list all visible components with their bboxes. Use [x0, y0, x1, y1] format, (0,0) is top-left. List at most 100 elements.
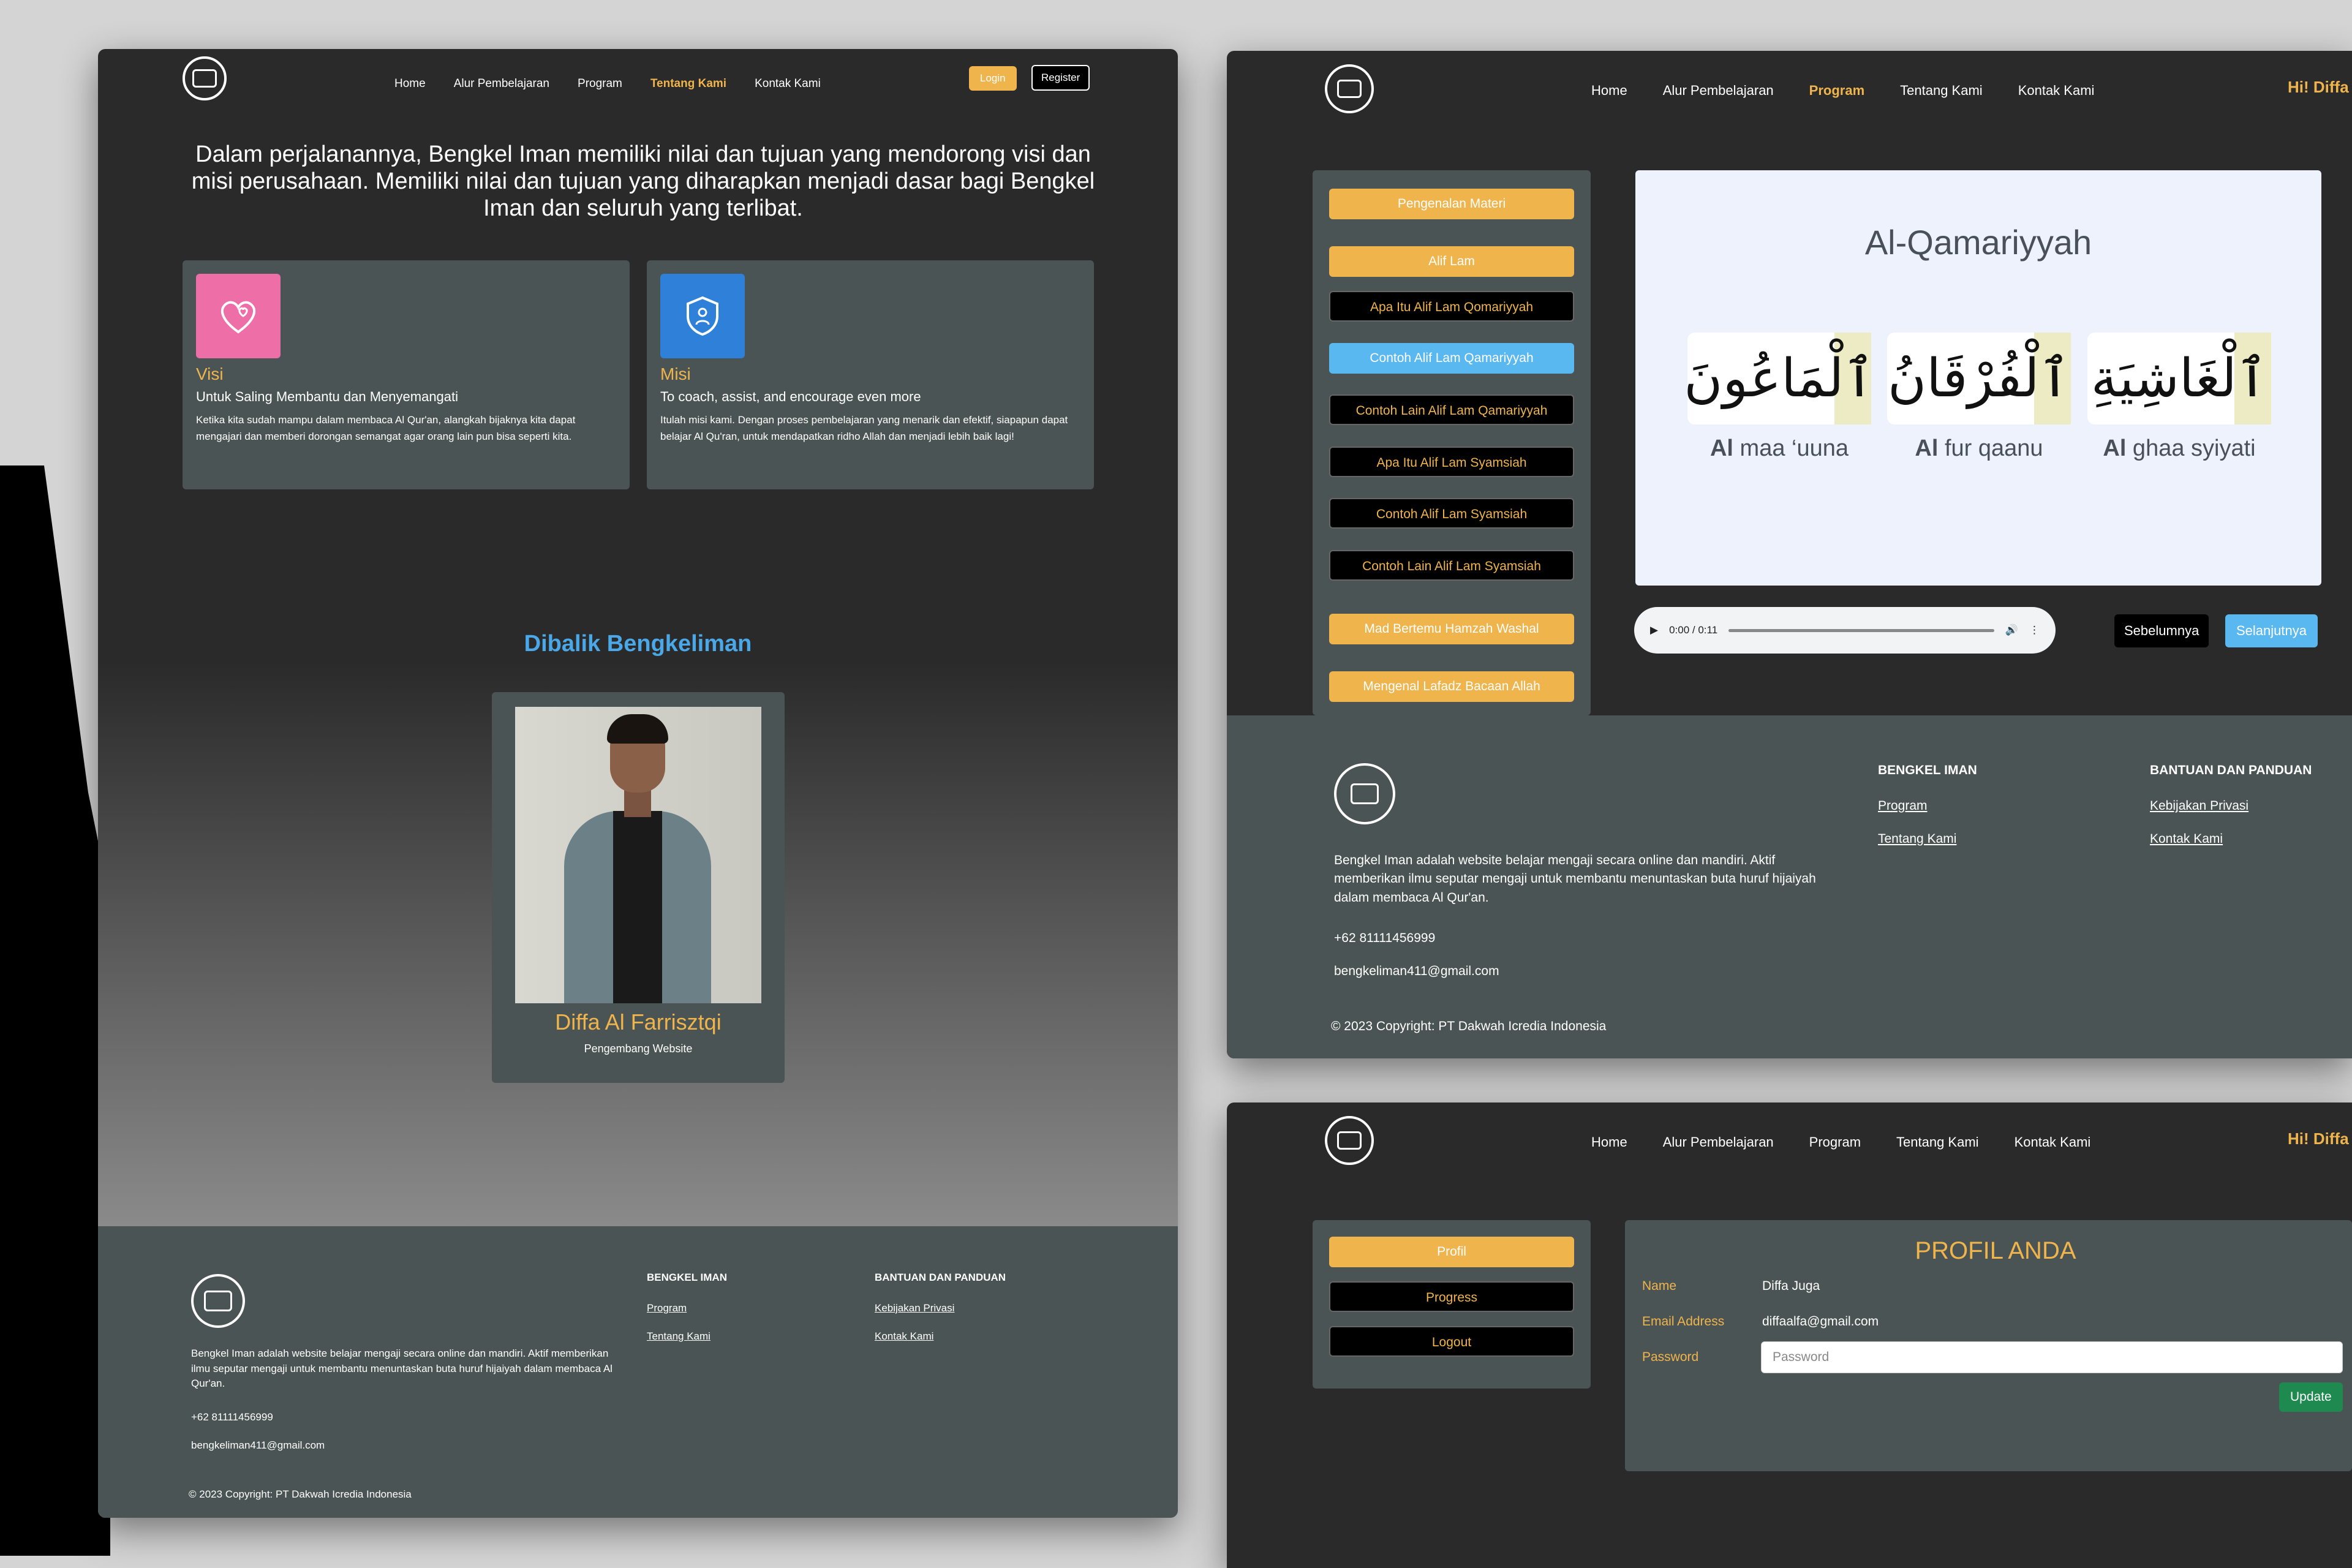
user-greeting[interactable]: Hi! Diffa — [2288, 1129, 2349, 1148]
navbar: Home Alur Pembelajaran Program Tentang K… — [98, 49, 1178, 123]
name-label: Name — [1642, 1279, 1677, 1293]
nav-program[interactable]: Program — [1809, 83, 1864, 99]
member-role: Pengembang Website — [584, 1042, 693, 1055]
word-card: ٱلْمَاعُونَ Al maa ‘uuna — [1684, 333, 1875, 462]
program-page-window: Home Alur Pembelajaran Program Tentang K… — [1227, 51, 2352, 1058]
sidebar-item-pengenalan[interactable]: Pengenalan Materi — [1329, 189, 1574, 219]
footer-email: bengkeliman411@gmail.com — [191, 1439, 325, 1451]
nav-program[interactable]: Program — [1809, 1134, 1861, 1150]
next-button[interactable]: Selanjutnya — [2225, 614, 2318, 647]
footer-desc: Bengkel Iman adalah website belajar meng… — [1334, 853, 1816, 905]
update-button[interactable]: Update — [2279, 1382, 2343, 1412]
bengkel-iman-logo[interactable] — [183, 56, 227, 100]
backdrop-shadow — [0, 466, 110, 1556]
team-member-card: Diffa Al Farrisztqi Pengembang Website — [492, 692, 785, 1083]
sidebar-item-contoh-lain-syamsiah[interactable]: Contoh Lain Alif Lam Syamsiah — [1329, 550, 1574, 581]
sidebar-item-contoh-syamsiah[interactable]: Contoh Alif Lam Syamsiah — [1329, 498, 1574, 529]
bengkel-iman-logo[interactable] — [1325, 64, 1374, 113]
profile-page-window: Home Alur Pembelajaran Program Tentang K… — [1227, 1102, 2352, 1568]
nav-home[interactable]: Home — [394, 77, 426, 91]
menu-progress[interactable]: Progress — [1329, 1281, 1574, 1312]
nav-home[interactable]: Home — [1591, 83, 1627, 99]
name-value: Diffa Juga — [1762, 1279, 1820, 1293]
nav-kontak[interactable]: Kontak Kami — [2018, 83, 2095, 99]
footer-link-kebijakan[interactable]: Kebijakan Privasi — [2150, 799, 2248, 813]
nav-kontak[interactable]: Kontak Kami — [2015, 1134, 2091, 1150]
audio-progress[interactable] — [1728, 628, 1994, 632]
nav-tentang[interactable]: Tentang Kami — [650, 77, 726, 91]
footer-copyright: © 2023 Copyright: PT Dakwah Icredia Indo… — [189, 1488, 412, 1500]
sidebar-item-lafadz-allah[interactable]: Mengenal Lafadz Bacaan Allah — [1329, 671, 1574, 702]
footer-link-tentang[interactable]: Tentang Kami — [647, 1330, 710, 1343]
footer-link-program[interactable]: Program — [1878, 799, 1928, 813]
profile-sidebar: Profil Progress Logout — [1313, 1220, 1591, 1389]
lesson-sidebar: Pengenalan Materi Alif Lam Apa Itu Alif … — [1313, 170, 1591, 715]
password-input[interactable]: Password — [1761, 1341, 2343, 1373]
navbar: Home Alur Pembelajaran Program Tentang K… — [1227, 51, 2352, 143]
member-name: Diffa Al Farrisztqi — [555, 1009, 722, 1035]
misi-card: Misi To coach, assist, and encourage eve… — [647, 260, 1094, 489]
footer-email: bengkeliman411@gmail.com — [1334, 964, 1499, 978]
sidebar-item-apa-syamsiah[interactable]: Apa Itu Alif Lam Syamsiah — [1329, 447, 1574, 477]
word-card: ٱلْفُرْقَانُ Al fur qaanu — [1887, 333, 2071, 462]
nav-kontak[interactable]: Kontak Kami — [755, 77, 821, 91]
word-card: ٱلْغَاشِيَةِ Al ghaa syiyati — [2087, 333, 2271, 462]
footer-link-kontak[interactable]: Kontak Kami — [2150, 832, 2223, 846]
footer-col2-title: BANTUAN DAN PANDUAN — [2150, 763, 2312, 777]
footer-link-kebijakan[interactable]: Kebijakan Privasi — [875, 1302, 954, 1314]
footer-logo — [191, 1274, 245, 1328]
misi-subtitle: To coach, assist, and encourage even mor… — [660, 389, 921, 404]
visi-subtitle: Untuk Saling Membantu dan Menyemangati — [196, 389, 459, 404]
nav-tentang[interactable]: Tentang Kami — [1900, 83, 1983, 99]
footer-link-program[interactable]: Program — [647, 1302, 687, 1314]
email-value: diffaalfa@gmail.com — [1762, 1314, 1879, 1329]
footer-phone: +62 81111456999 — [1334, 931, 1436, 945]
sidebar-item-apa-qomariyyah[interactable]: Apa Itu Alif Lam Qomariyyah — [1329, 291, 1574, 322]
user-greeting[interactable]: Hi! Diffa — [2288, 78, 2349, 97]
footer-desc: Bengkel Iman adalah website belajar meng… — [191, 1348, 612, 1390]
sidebar-item-alif-lam[interactable]: Alif Lam — [1329, 246, 1574, 277]
profile-title: PROFIL ANDA — [1915, 1237, 2076, 1264]
audio-time: 0:00 / 0:11 — [1669, 624, 1718, 636]
nav-alur[interactable]: Alur Pembelajaran — [1663, 83, 1774, 99]
arabic-word: ٱلْغَاشِيَةِ — [2087, 333, 2271, 424]
more-options-icon[interactable]: ⋮ — [2029, 624, 2040, 636]
misi-title: Misi — [660, 364, 691, 383]
shield-user-icon — [660, 274, 745, 358]
lesson-panel: Al-Qamariyyah ٱلْمَاعُونَ Al maa ‘uuna ٱ… — [1635, 170, 2321, 586]
audio-player: ▶ 0:00 / 0:11 🔊 ⋮ — [1634, 607, 2056, 654]
visi-desc: Ketika kita sudah mampu dalam membaca Al… — [196, 414, 576, 442]
intro-text: Dalam perjalanannya, Bengkel Iman memili… — [191, 141, 1095, 221]
transliteration: Al ghaa syiyati — [2103, 435, 2256, 461]
nav-alur[interactable]: Alur Pembelajaran — [1663, 1134, 1774, 1150]
footer-phone: +62 81111456999 — [191, 1411, 273, 1423]
footer-copyright: © 2023 Copyright: PT Dakwah Icredia Indo… — [1331, 1019, 1607, 1033]
previous-button[interactable]: Sebelumnya — [2114, 614, 2209, 647]
menu-logout[interactable]: Logout — [1329, 1326, 1574, 1357]
login-button[interactable]: Login — [969, 66, 1017, 91]
menu-profil[interactable]: Profil — [1329, 1237, 1574, 1267]
lesson-title: Al-Qamariyyah — [1864, 223, 2092, 262]
nav-tentang[interactable]: Tentang Kami — [1896, 1134, 1979, 1150]
arabic-word: ٱلْفُرْقَانُ — [1887, 333, 2071, 424]
arabic-word: ٱلْمَاعُونَ — [1684, 333, 1875, 424]
play-icon[interactable]: ▶ — [1650, 624, 1658, 636]
volume-icon[interactable]: 🔊 — [2005, 624, 2018, 636]
nav-alur[interactable]: Alur Pembelajaran — [454, 77, 549, 91]
bengkel-iman-logo[interactable] — [1325, 1116, 1374, 1165]
profile-panel: PROFIL ANDA Name Diffa Juga Email Addres… — [1625, 1220, 2352, 1471]
nav-program[interactable]: Program — [578, 77, 622, 91]
transliteration: Al maa ‘uuna — [1709, 435, 1849, 461]
footer: Bengkel Iman adalah website belajar meng… — [1227, 715, 2352, 1058]
sidebar-item-contoh-lain-qamariyyah[interactable]: Contoh Lain Alif Lam Qamariyyah — [1329, 394, 1574, 425]
navbar: Home Alur Pembelajaran Program Tentang K… — [1227, 1102, 2352, 1194]
nav-links: Home Alur Pembelajaran Program Tentang K… — [1591, 1134, 2090, 1150]
sidebar-item-contoh-qamariyyah[interactable]: Contoh Alif Lam Qamariyyah — [1329, 343, 1574, 374]
nav-links: Home Alur Pembelajaran Program Tentang K… — [1591, 83, 2094, 99]
footer-link-kontak[interactable]: Kontak Kami — [875, 1330, 933, 1343]
sidebar-item-mad-hamzah[interactable]: Mad Bertemu Hamzah Washal — [1329, 614, 1574, 644]
nav-home[interactable]: Home — [1591, 1134, 1627, 1150]
visi-card: Visi Untuk Saling Membantu dan Menyemang… — [183, 260, 630, 489]
register-button[interactable]: Register — [1031, 65, 1090, 91]
footer-link-tentang[interactable]: Tentang Kami — [1878, 832, 1956, 846]
